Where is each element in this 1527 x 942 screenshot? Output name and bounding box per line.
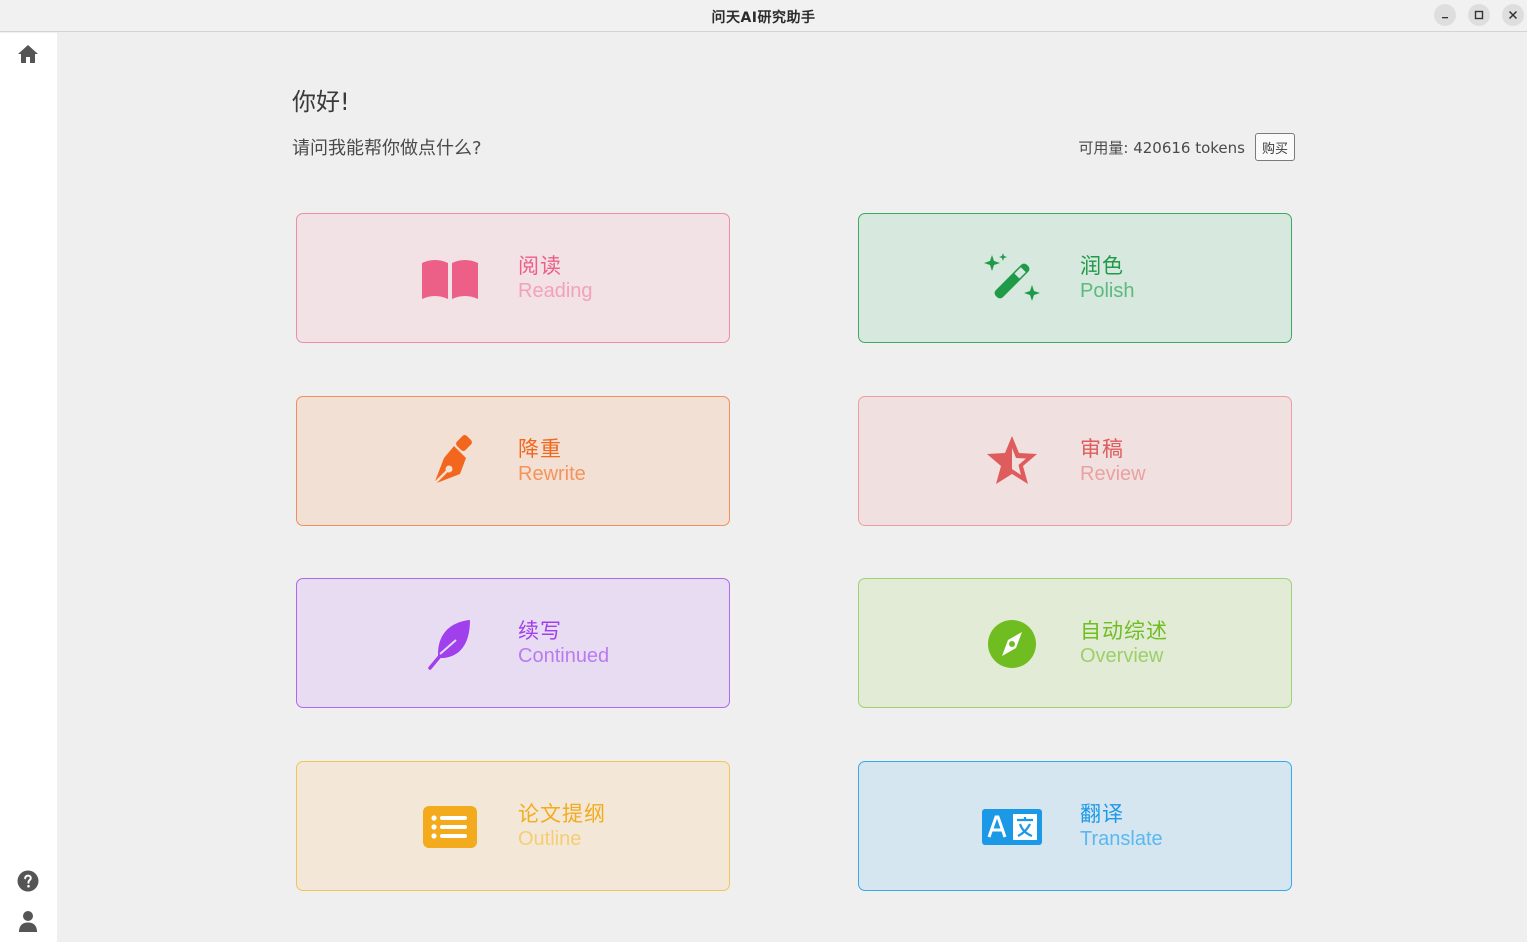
translate-icon — [981, 799, 1043, 855]
close-button[interactable] — [1502, 4, 1524, 26]
minimize-icon — [1442, 17, 1448, 19]
maximize-icon — [1474, 10, 1484, 20]
close-icon — [1508, 10, 1518, 20]
home-icon — [18, 45, 38, 63]
list-icon — [419, 799, 481, 855]
polish-card[interactable]: 润色 Polish — [858, 213, 1292, 343]
translate-card[interactable]: 翻译 Translate — [858, 761, 1292, 891]
card-title-cn: 润色 — [1080, 254, 1124, 278]
card-title-en: Review — [1080, 463, 1146, 485]
buy-button[interactable]: 购买 — [1255, 133, 1295, 161]
card-title-en: Outline — [518, 828, 582, 850]
outline-card[interactable]: 论文提纲 Outline — [296, 761, 730, 891]
star-icon — [981, 434, 1043, 490]
rewrite-card[interactable]: 降重 Rewrite — [296, 396, 730, 526]
token-quota: 可用量: 420616 tokens — [1078, 139, 1245, 157]
pen-nib-icon — [419, 434, 481, 490]
overview-card[interactable]: 自动综述 Overview — [858, 578, 1292, 708]
card-title-en: Polish — [1080, 280, 1135, 302]
card-title-en: Overview — [1080, 645, 1164, 667]
card-title-cn: 翻译 — [1080, 802, 1124, 826]
reading-card[interactable]: 阅读 Reading — [296, 213, 730, 343]
card-title-cn: 降重 — [518, 437, 562, 461]
sidebar-help-button[interactable] — [14, 867, 42, 895]
app-window: 问天AI研究助手 你好! 请问我能帮你做点什么? 可用量: 420616 tok… — [0, 0, 1527, 942]
magic-wand-icon — [981, 251, 1043, 307]
sidebar — [0, 33, 57, 942]
help-icon — [17, 870, 39, 892]
continued-card[interactable]: 续写 Continued — [296, 578, 730, 708]
maximize-button[interactable] — [1468, 4, 1490, 26]
greeting-heading: 你好! — [292, 88, 350, 116]
review-card[interactable]: 审稿 Review — [858, 396, 1292, 526]
feather-icon — [419, 616, 481, 672]
sidebar-user-button[interactable] — [14, 907, 42, 935]
minimize-button[interactable] — [1434, 4, 1456, 26]
title-bar: 问天AI研究助手 — [0, 0, 1527, 32]
subtitle: 请问我能帮你做点什么? — [292, 138, 482, 159]
card-title-cn: 阅读 — [518, 254, 562, 278]
card-title-en: Continued — [518, 645, 610, 667]
card-title-en: Translate — [1080, 828, 1163, 850]
sidebar-home-button[interactable] — [14, 40, 42, 68]
book-icon — [419, 251, 481, 307]
card-title-en: Rewrite — [518, 463, 586, 485]
card-title-cn: 自动综述 — [1080, 619, 1168, 643]
card-title-cn: 续写 — [518, 619, 562, 643]
card-title-en: Reading — [518, 280, 593, 302]
card-title-cn: 论文提纲 — [518, 802, 606, 826]
window-title: 问天AI研究助手 — [711, 10, 816, 26]
user-icon — [19, 911, 37, 932]
compass-icon — [981, 616, 1043, 672]
card-title-cn: 审稿 — [1080, 437, 1124, 461]
